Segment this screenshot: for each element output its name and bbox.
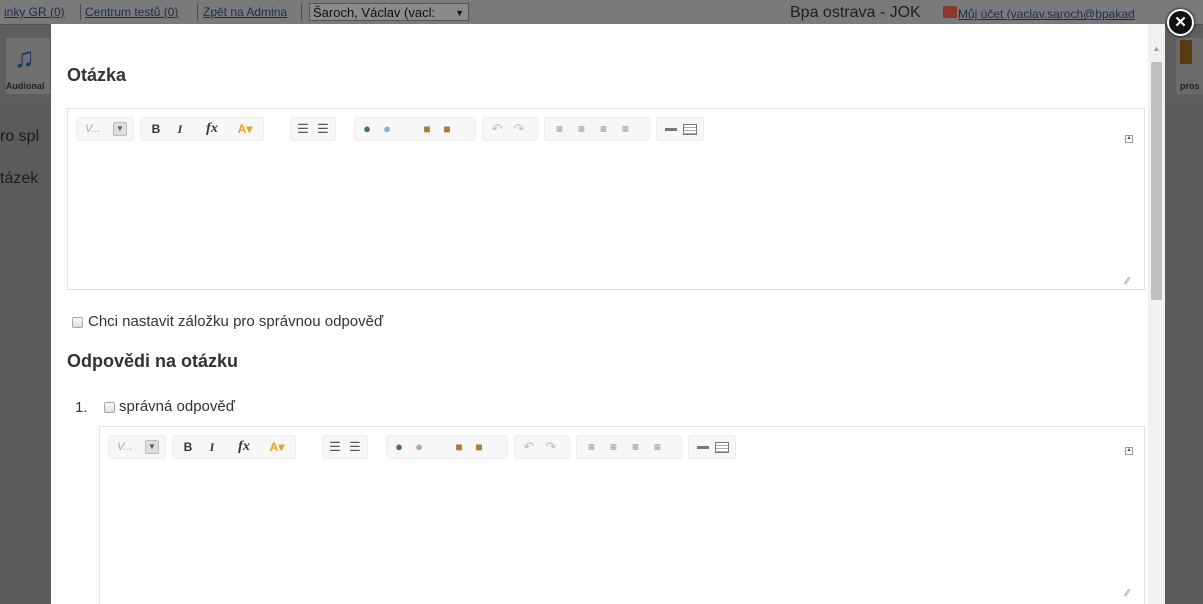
align-right-icon[interactable]: ≡	[627, 439, 643, 455]
scroll-thumb[interactable]	[1151, 62, 1162, 300]
table-icon[interactable]	[715, 442, 729, 453]
resize-handle-icon[interactable]: ∕∕	[1126, 277, 1136, 287]
italic-icon[interactable]: I	[173, 121, 187, 137]
bg-site-title-text: Bpa ostrava - JOK	[790, 4, 921, 21]
bg-audio-tool[interactable]: ♫ Audional	[6, 38, 50, 94]
bg-link-test-center[interactable]: Centrum testů (0)	[85, 5, 178, 19]
numbered-list-icon[interactable]: ☰	[295, 121, 311, 137]
correct-answer-label: správná odpověď	[119, 398, 235, 415]
toolbar-group-table	[656, 117, 704, 141]
horizontal-rule-icon[interactable]	[665, 128, 677, 131]
toolbar-group-align: ≡ ≡ ≡ ≡	[576, 435, 682, 459]
bullet-list-icon[interactable]: ☰	[315, 121, 331, 137]
font-color-letter: A	[269, 440, 279, 454]
bg-audio-label: Audional	[6, 81, 45, 91]
redo-icon[interactable]: ↷	[511, 121, 527, 137]
divider	[80, 4, 81, 20]
table-icon[interactable]	[683, 124, 697, 135]
undo-icon[interactable]: ↶	[521, 439, 537, 455]
justify-icon[interactable]: ≡	[617, 121, 633, 137]
toolbar-group-format: B I fx A▾	[172, 435, 296, 459]
question-heading: Otázka	[67, 65, 127, 85]
correct-answer-checkbox[interactable]	[104, 402, 115, 413]
toolbar-group-lists: ☰ ☰	[322, 435, 368, 459]
toolbar-group-styles: V... ▼	[108, 435, 166, 459]
image-remove-icon[interactable]: ●	[411, 439, 427, 455]
toolbar-group-format: B I fx A▾	[140, 117, 264, 141]
bookmark-checkbox[interactable]	[72, 317, 83, 328]
question-modal: Otázka V... ▼ B I fx A▾ ☰ ☰ ● ● ■ ■ ↶ ↷ …	[51, 24, 1165, 604]
chevron-down-icon: ▼	[455, 8, 464, 18]
bookmark-checkbox-label: Chci nastavit záložku pro správnou odpov…	[88, 313, 384, 330]
bg-link-gr[interactable]: inky GR (0)	[4, 5, 65, 19]
modal-scrollbar[interactable]: ▲	[1148, 24, 1165, 604]
divider	[197, 4, 198, 20]
image-remove-icon[interactable]: ●	[379, 121, 395, 137]
align-center-icon[interactable]: ≡	[605, 439, 621, 455]
justify-icon[interactable]: ≡	[649, 439, 665, 455]
maximize-icon[interactable]: ▴	[1125, 447, 1133, 455]
undo-icon[interactable]: ↶	[489, 121, 505, 137]
numbered-list-icon[interactable]: ☰	[327, 439, 343, 455]
bg-link-back-to-admin[interactable]: Zpět na Admina	[203, 5, 287, 19]
toolbar-group-lists: ☰ ☰	[290, 117, 336, 141]
chevron-down-icon[interactable]: ▼	[113, 122, 127, 136]
bold-icon[interactable]: B	[149, 121, 163, 137]
toolbar-group-history: ↶ ↷	[514, 435, 570, 459]
styles-dropdown[interactable]: V...	[113, 439, 137, 455]
italic-icon[interactable]: I	[205, 439, 219, 455]
font-color-icon[interactable]: A▾	[266, 439, 288, 455]
toolbar-group-table	[688, 435, 736, 459]
bg-site-title: Bpa ostrava - JOK	[790, 4, 921, 22]
align-left-icon[interactable]: ≡	[583, 439, 599, 455]
bg-right-label: pros	[1180, 81, 1200, 91]
align-left-icon[interactable]: ≡	[551, 121, 567, 137]
bg-text-1: ro spl	[0, 128, 40, 145]
answer-number: 1.	[75, 399, 88, 416]
toolbar-group-history: ↶ ↷	[482, 117, 538, 141]
divider	[301, 4, 302, 20]
font-color-letter: A	[237, 122, 247, 136]
bold-icon[interactable]: B	[181, 439, 195, 455]
answer-editor[interactable]: V... ▼ B I fx A▾ ☰ ☰ ● ● ■ ■ ↶ ↷ ≡ ≡ ≡ ≡…	[99, 426, 1145, 604]
styles-dropdown[interactable]: V...	[81, 121, 105, 137]
bg-account-link[interactable]: Můj účet (vaclav.saroch@bpakad	[958, 7, 1183, 21]
align-center-icon[interactable]: ≡	[573, 121, 589, 137]
answers-heading: Odpovědi na otázku	[67, 351, 239, 371]
toolbar-group-align: ≡ ≡ ≡ ≡	[544, 117, 650, 141]
formula-icon[interactable]: fx	[235, 439, 253, 455]
bg-user-select-value: Šaroch, Václav (vacl:	[313, 5, 436, 20]
bg-right-tool-icon	[1180, 40, 1192, 64]
bullet-list-icon[interactable]: ☰	[347, 439, 363, 455]
font-color-icon[interactable]: A▾	[234, 121, 256, 137]
align-right-icon[interactable]: ≡	[595, 121, 611, 137]
image-icon[interactable]: ●	[391, 439, 407, 455]
close-icon[interactable]: ✕	[1167, 9, 1194, 36]
image-icon[interactable]: ●	[359, 121, 375, 137]
paste-word-icon[interactable]: ■	[471, 439, 487, 455]
toolbar-group-insert: ● ● ■ ■	[354, 117, 476, 141]
question-editor[interactable]: V... ▼ B I fx A▾ ☰ ☰ ● ● ■ ■ ↶ ↷ ≡ ≡ ≡ ≡…	[67, 108, 1145, 290]
paste-word-icon[interactable]: ■	[439, 121, 455, 137]
background-topbar: inky GR (0) Centrum testů (0) Zpět na Ad…	[0, 0, 1203, 25]
bg-right-tool[interactable]: pros	[1176, 38, 1203, 94]
redo-icon[interactable]: ↷	[543, 439, 559, 455]
toolbar-group-insert: ● ● ■ ■	[386, 435, 508, 459]
scroll-up-icon[interactable]: ▲	[1148, 42, 1165, 56]
chevron-down-icon[interactable]: ▼	[145, 440, 159, 454]
flag-icon	[943, 6, 957, 18]
paste-icon[interactable]: ■	[451, 439, 467, 455]
formula-icon[interactable]: fx	[203, 121, 221, 137]
bg-user-select[interactable]: Šaroch, Václav (vacl: ▼	[309, 3, 469, 21]
bg-text-2: tázek	[0, 170, 39, 187]
toolbar-group-styles: V... ▼	[76, 117, 134, 141]
paste-icon[interactable]: ■	[419, 121, 435, 137]
maximize-icon[interactable]: ▴	[1125, 135, 1133, 143]
resize-handle-icon[interactable]: ∕∕	[1126, 589, 1136, 599]
music-note-icon: ♫	[14, 42, 35, 73]
horizontal-rule-icon[interactable]	[697, 446, 709, 449]
